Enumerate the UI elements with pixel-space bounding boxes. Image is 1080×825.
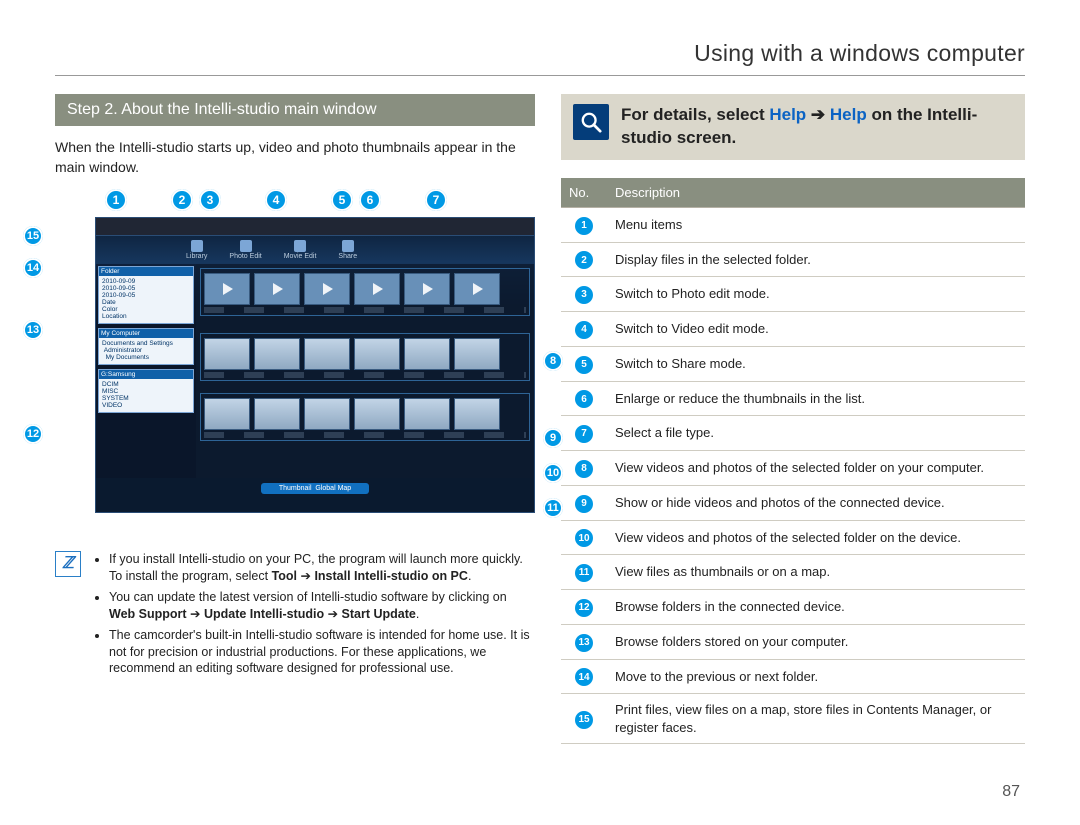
table-row: 2 Display files in the selected folder. xyxy=(561,242,1025,277)
callout-1: 1 xyxy=(105,189,127,211)
callout-4: 4 xyxy=(265,189,287,211)
table-row: 10 View videos and photos of the selected… xyxy=(561,520,1025,555)
note-list: If you install Intelli-studio on your PC… xyxy=(91,551,535,681)
row-number-badge: 5 xyxy=(575,356,593,374)
row-description: Display files in the selected folder. xyxy=(607,242,1025,277)
row-description: Switch to Video edit mode. xyxy=(607,312,1025,347)
help-callout: For details, select Help ➔ Help on the I… xyxy=(561,94,1025,160)
row-number-badge: 13 xyxy=(575,634,593,652)
row-number-badge: 1 xyxy=(575,217,593,235)
row-number-badge: 6 xyxy=(575,390,593,408)
row-number-badge: 10 xyxy=(575,529,593,547)
table-row: 14 Move to the previous or next folder. xyxy=(561,659,1025,694)
row-description: Enlarge or reduce the thumbnails in the … xyxy=(607,381,1025,416)
row-description: Show or hide videos and photos of the co… xyxy=(607,485,1025,520)
row-description: Move to the previous or next folder. xyxy=(607,659,1025,694)
callout-15: 15 xyxy=(23,226,43,246)
annotated-screenshot: 1 2 3 4 5 6 7 15 14 13 xyxy=(55,191,535,523)
table-row: 3 Switch to Photo edit mode. xyxy=(561,277,1025,312)
row-number-badge: 8 xyxy=(575,460,593,478)
row-number-badge: 15 xyxy=(575,711,593,729)
table-row: 6 Enlarge or reduce the thumbnails in the… xyxy=(561,381,1025,416)
intro-text: When the Intelli-studio starts up, video… xyxy=(55,138,535,177)
callout-13: 13 xyxy=(23,320,43,340)
table-row: 8 View videos and photos of the selected … xyxy=(561,451,1025,486)
table-row: 4 Switch to Video edit mode. xyxy=(561,312,1025,347)
table-row: 12 Browse folders in the connected device… xyxy=(561,590,1025,625)
table-row: 7 Select a file type. xyxy=(561,416,1025,451)
table-row: 13 Browse folders stored on your computer… xyxy=(561,624,1025,659)
row-description: Print files, view files on a map, store … xyxy=(607,694,1025,744)
callout-10: 10 xyxy=(543,463,563,483)
callout-14: 14 xyxy=(23,258,43,278)
row-number-badge: 2 xyxy=(575,251,593,269)
row-description: Switch to Share mode. xyxy=(607,346,1025,381)
row-description: Menu items xyxy=(607,207,1025,242)
row-number-badge: 11 xyxy=(575,564,593,582)
help-text: For details, select Help ➔ Help on the I… xyxy=(621,104,1013,150)
magnifier-icon xyxy=(573,104,609,140)
table-row: 1 Menu items xyxy=(561,207,1025,242)
callout-7: 7 xyxy=(425,189,447,211)
callout-12: 12 xyxy=(23,424,43,444)
note-1: If you install Intelli-studio on your PC… xyxy=(109,551,535,585)
manual-page: Using with a windows computer Step 2. Ab… xyxy=(0,0,1080,774)
right-column: For details, select Help ➔ Help on the I… xyxy=(561,94,1025,744)
row-description: View videos and photos of the selected f… xyxy=(607,520,1025,555)
row-number-badge: 4 xyxy=(575,321,593,339)
note-icon: ℤ xyxy=(55,551,81,577)
callout-3: 3 xyxy=(199,189,221,211)
row-number-badge: 12 xyxy=(575,599,593,617)
row-number-badge: 3 xyxy=(575,286,593,304)
row-number-badge: 7 xyxy=(575,425,593,443)
row-description: Browse folders stored on your computer. xyxy=(607,624,1025,659)
step-header: Step 2. About the Intelli-studio main wi… xyxy=(55,94,535,126)
left-column: Step 2. About the Intelli-studio main wi… xyxy=(55,94,535,744)
col-no: No. xyxy=(561,178,607,208)
callout-6: 6 xyxy=(359,189,381,211)
row-description: Select a file type. xyxy=(607,416,1025,451)
page-title: Using with a windows computer xyxy=(55,40,1025,76)
row-description: Switch to Photo edit mode. xyxy=(607,277,1025,312)
table-row: 11 View files as thumbnails or on a map. xyxy=(561,555,1025,590)
callout-5: 5 xyxy=(331,189,353,211)
table-row: 5 Switch to Share mode. xyxy=(561,346,1025,381)
row-number-badge: 14 xyxy=(575,668,593,686)
app-screenshot: Library Photo Edit Movie Edit Share Fold… xyxy=(95,217,535,513)
note-2: You can update the latest version of Int… xyxy=(109,589,535,623)
callout-9: 9 xyxy=(543,428,563,448)
note-box: ℤ If you install Intelli-studio on your … xyxy=(55,551,535,681)
callout-11: 11 xyxy=(543,498,563,518)
content-columns: Step 2. About the Intelli-studio main wi… xyxy=(55,94,1025,744)
row-description: View videos and photos of the selected f… xyxy=(607,451,1025,486)
callout-8: 8 xyxy=(543,351,563,371)
row-description: View files as thumbnails or on a map. xyxy=(607,555,1025,590)
table-row: 15 Print files, view files on a map, stor… xyxy=(561,694,1025,744)
col-description: Description xyxy=(607,178,1025,208)
note-3: The camcorder's built-in Intelli-studio … xyxy=(109,627,535,678)
row-number-badge: 9 xyxy=(575,495,593,513)
page-number: 87 xyxy=(1002,783,1020,801)
row-description: Browse folders in the connected device. xyxy=(607,590,1025,625)
table-row: 9 Show or hide videos and photos of the c… xyxy=(561,485,1025,520)
description-table: No. Description 1 Menu items 2 Display file… xyxy=(561,178,1025,745)
callout-2: 2 xyxy=(171,189,193,211)
